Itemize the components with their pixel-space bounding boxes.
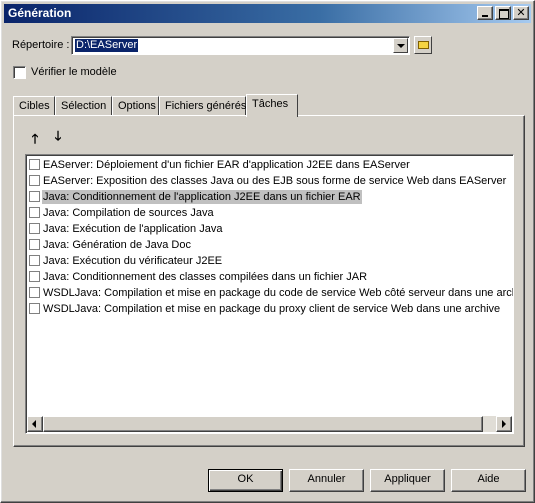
task-checkbox[interactable] [29,287,40,298]
tab-label: Cibles [19,100,50,112]
task-checkbox[interactable] [29,271,40,282]
tab-label: Tâches [252,98,289,110]
directory-value: D:\EAServer [75,39,139,52]
scrollbar-thumb[interactable] [43,416,483,432]
close-button[interactable]: ✕ [513,6,529,20]
task-checkbox[interactable] [29,255,40,266]
close-icon: ✕ [516,6,526,19]
apply-label: Appliquer [384,473,431,485]
cancel-button[interactable]: Annuler [289,469,364,492]
tab-taches[interactable]: Tâches [246,94,298,117]
horizontal-scrollbar[interactable] [27,416,512,432]
task-checkbox[interactable] [29,159,40,170]
task-label: EAServer: Exposition des classes Java ou… [43,175,507,187]
ok-label: OK [237,473,254,485]
help-button[interactable]: Aide [451,469,526,492]
cancel-label: Annuler [307,473,346,485]
task-checkbox[interactable] [29,175,40,186]
title-bar[interactable]: Génération ✕ [4,4,531,23]
tab-selection[interactable]: Sélection [55,96,112,116]
task-checkbox[interactable] [29,303,40,314]
task-label: Java: Compilation de sources Java [43,207,214,219]
tasks-list[interactable]: EAServer: Déploiement d'un fichier EAR d… [25,154,514,434]
dropdown-arrow-button[interactable] [393,38,408,53]
scroll-right-button[interactable] [496,416,512,432]
directory-combobox[interactable]: D:\EAServer [71,36,410,55]
directory-label: Répertoire : [12,39,70,51]
tab-label: Options [118,100,156,112]
task-checkbox[interactable] [29,191,40,202]
task-label: Java: Exécution de l'application Java [43,223,223,235]
task-checkbox[interactable] [29,223,40,234]
apply-button[interactable]: Appliquer [370,469,445,492]
minimize-button[interactable] [477,6,493,20]
help-label: Aide [477,473,500,485]
arrow-down-icon: 🡓 [54,129,62,144]
task-checkbox[interactable] [29,239,40,250]
task-label: WSDLJava: Compilation et mise en package… [43,287,514,299]
task-checkbox[interactable] [29,207,40,218]
move-down-button[interactable]: 🡓 [50,129,66,145]
generation-dialog: Génération ✕ Répertoire : D:\EAServer Vé… [0,0,535,503]
window-title: Génération [8,6,72,20]
folder-icon [418,41,429,49]
browse-folder-button[interactable] [414,36,432,54]
verify-model-label[interactable]: Vérifier le modèle [31,66,117,78]
tab-fichiers-generes[interactable]: Fichiers générés [159,96,246,116]
task-label: Java: Exécution du vérificateur J2EE [43,255,223,267]
task-label: Java: Conditionnement des classes compil… [43,271,368,283]
task-label: Java: Conditionnement de l'application J… [42,190,362,204]
ok-button[interactable]: OK [208,469,283,492]
verify-model-checkbox[interactable] [13,66,26,79]
tab-label: Sélection [61,100,107,112]
task-label: Java: Génération de Java Doc [43,239,191,251]
task-label: WSDLJava: Compilation et mise en package… [43,303,501,315]
maximize-button[interactable] [495,6,511,20]
task-label: EAServer: Déploiement d'un fichier EAR d… [43,159,410,171]
move-up-button[interactable]: 🡑 [27,132,43,148]
scroll-left-button[interactable] [27,416,43,432]
tab-options[interactable]: Options [112,96,159,116]
tab-label: Fichiers générés [165,100,247,112]
arrow-up-icon: 🡑 [31,132,39,147]
tab-cibles[interactable]: Cibles [13,96,55,116]
